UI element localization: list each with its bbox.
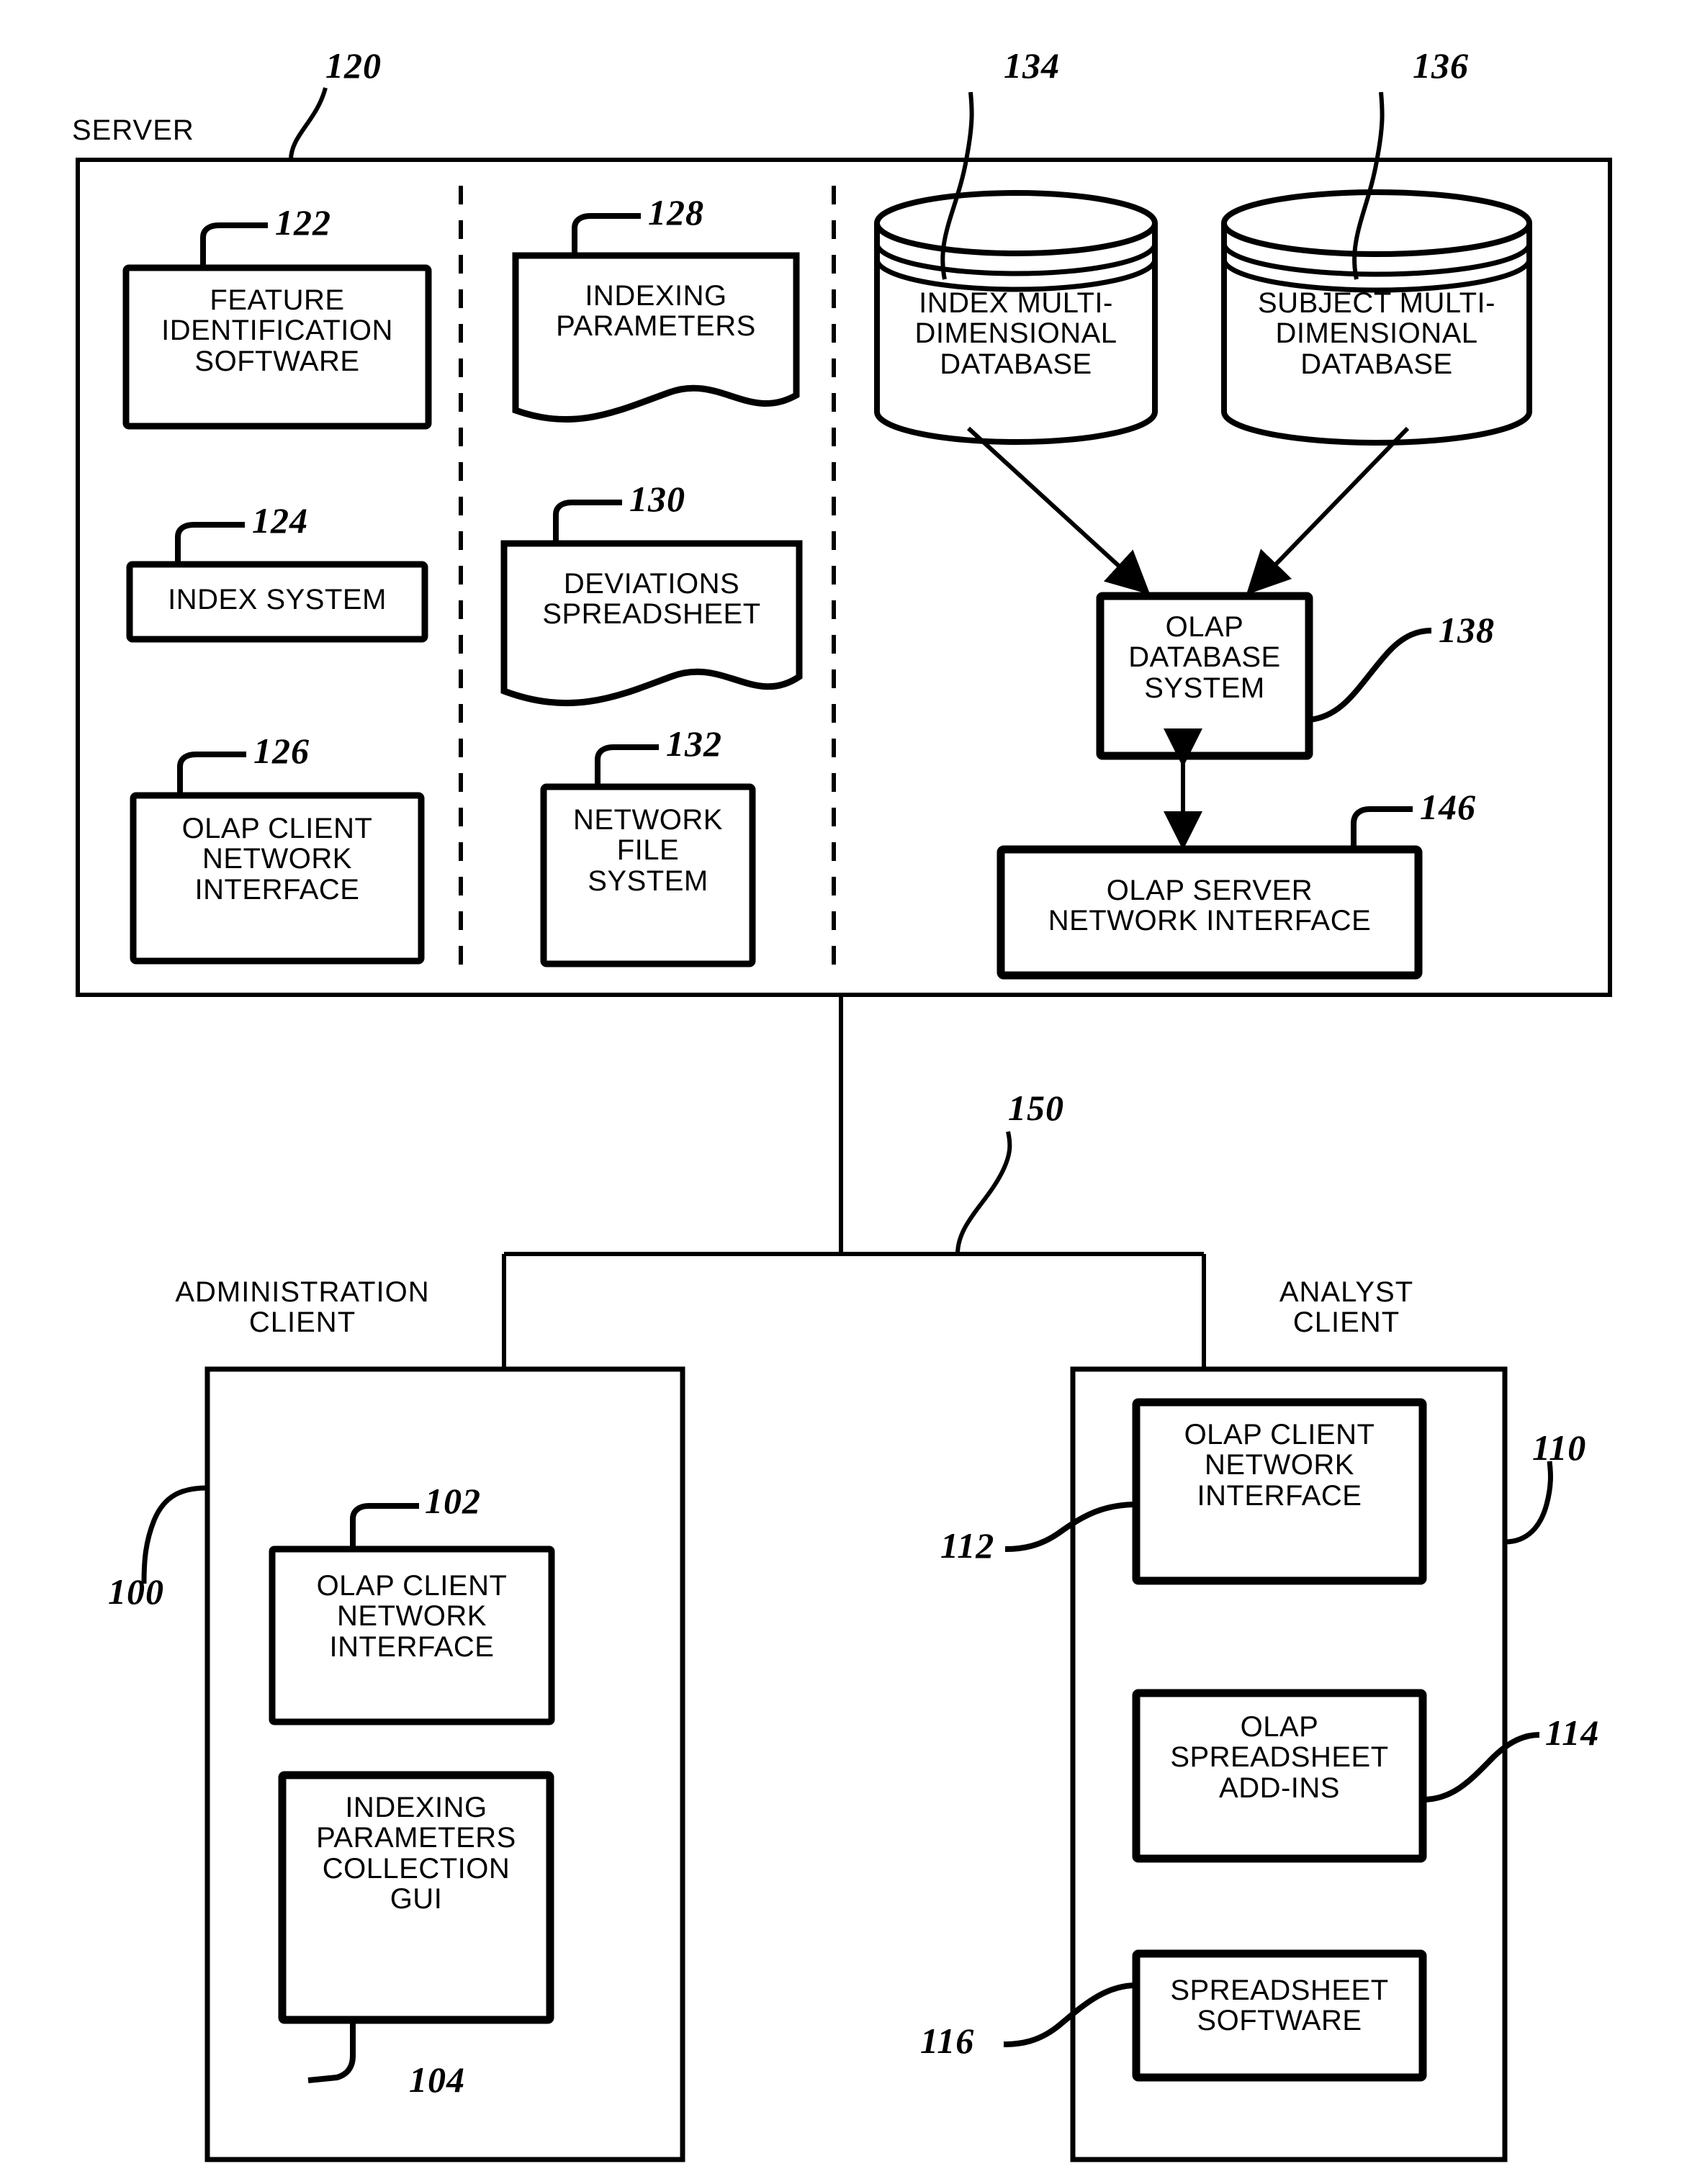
ref-130: 130 xyxy=(629,479,685,519)
ref-134: 134 xyxy=(1004,45,1060,86)
ref-112: 112 xyxy=(940,1525,995,1566)
label-olap-spreadsheet-add-ins: OLAP SPREADSHEET ADD-INS xyxy=(1170,1711,1389,1804)
server-caption: SERVER xyxy=(72,114,194,146)
label-indexing-parameters-collection-gui: INDEXING PARAMETERS COLLECTION GUI xyxy=(316,1792,516,1915)
label-olap-client-network-interface-analyst: OLAP CLIENT NETWORK INTERFACE xyxy=(1184,1419,1375,1512)
arrow-136-to-138 xyxy=(1246,426,1410,595)
label-subject-multidimensional-database: SUBJECT MULTI- DIMENSIONAL DATABASE xyxy=(1258,287,1495,380)
ref-124: 124 xyxy=(252,500,308,541)
label-deviations-spreadsheet: DEVIATIONS SPREADSHEET xyxy=(542,568,761,631)
ref-146: 146 xyxy=(1420,787,1476,827)
ref-138: 138 xyxy=(1439,610,1495,650)
arrow-134-to-138 xyxy=(966,426,1151,595)
label-feature-identification-software: FEATURE IDENTIFICATION SOFTWARE xyxy=(161,284,393,377)
label-index-system: INDEX SYSTEM xyxy=(168,584,387,615)
ref-132: 132 xyxy=(666,723,722,764)
ref-116: 116 xyxy=(920,2021,975,2061)
ref-128: 128 xyxy=(648,192,704,233)
label-olap-client-network-interface-admin: OLAP CLIENT NETWORK INTERFACE xyxy=(316,1570,508,1663)
label-olap-server-network-interface: OLAP SERVER NETWORK INTERFACE xyxy=(1048,875,1372,937)
ref-100: 100 xyxy=(108,1571,164,1612)
ref-102: 102 xyxy=(425,1481,481,1521)
ref-110: 110 xyxy=(1532,1427,1587,1468)
label-index-multidimensional-database: INDEX MULTI- DIMENSIONAL DATABASE xyxy=(914,287,1117,380)
figure-canvas: SERVER 120 FEATURE IDENTIFICATION SOFTWA… xyxy=(0,0,1705,2184)
label-indexing-parameters: INDEXING PARAMETERS xyxy=(556,280,756,343)
ref-126: 126 xyxy=(253,731,310,771)
label-olap-database-system: OLAP DATABASE SYSTEM xyxy=(1128,611,1281,704)
ref-120: 120 xyxy=(325,45,382,86)
ref-136: 136 xyxy=(1413,45,1469,86)
admin-client-caption: ADMINISTRATION CLIENT xyxy=(175,1276,430,1339)
ref-150: 150 xyxy=(1008,1088,1064,1128)
ref-114: 114 xyxy=(1545,1713,1600,1753)
label-spreadsheet-software: SPREADSHEET SOFTWARE xyxy=(1170,1975,1389,2037)
ref-104: 104 xyxy=(409,2059,465,2100)
label-olap-client-network-interface-server: OLAP CLIENT NETWORK INTERFACE xyxy=(181,813,373,906)
ref-122: 122 xyxy=(275,202,331,243)
analyst-client-caption: ANALYST CLIENT xyxy=(1279,1276,1414,1339)
label-network-file-system: NETWORK FILE SYSTEM xyxy=(573,804,723,897)
